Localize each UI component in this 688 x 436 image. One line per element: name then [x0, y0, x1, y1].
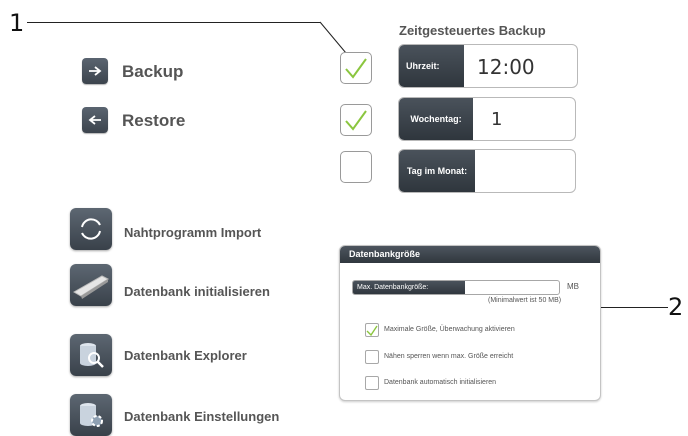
callout-1: 1 — [9, 9, 25, 37]
weekday-field-label: Wochentag: — [399, 98, 473, 140]
database-search-icon — [80, 343, 104, 368]
day-of-month-field[interactable]: Tag im Monat: — [398, 149, 576, 193]
callout-1-line — [27, 22, 320, 23]
db-size-panel-title: Datenbankgröße — [340, 246, 600, 263]
db-settings-label[interactable]: Datenbank Einstellungen — [124, 409, 279, 424]
restore-button[interactable] — [82, 107, 108, 133]
explorer-button[interactable] — [70, 334, 112, 376]
restore-label[interactable]: Restore — [122, 111, 185, 131]
time-value[interactable]: 12:00 — [477, 55, 535, 79]
import-button[interactable] — [70, 208, 112, 250]
import-label[interactable]: Nahtprogramm Import — [124, 225, 261, 240]
day-of-month-checkbox[interactable] — [340, 151, 372, 183]
weekday-field[interactable]: Wochentag: 1 — [398, 97, 576, 141]
init-database-button[interactable] — [70, 264, 112, 306]
max-size-label: Max. Datenbankgröße: — [353, 281, 465, 294]
auto-init-option-label: Datenbank automatisch initialisieren — [384, 379, 497, 386]
backup-button[interactable] — [82, 58, 108, 84]
auto-init-checkbox[interactable] — [365, 376, 379, 390]
lock-sewing-checkbox[interactable] — [365, 350, 379, 364]
lock-sewing-option-label: Nähen sperren wenn max. Größe erreicht — [384, 353, 514, 360]
checkmark-icon — [366, 325, 378, 336]
backup-label[interactable]: Backup — [122, 62, 183, 82]
weekday-checkbox[interactable] — [340, 104, 372, 136]
sync-icon — [81, 218, 101, 240]
time-checkbox[interactable] — [340, 52, 372, 84]
weekday-value[interactable]: 1 — [491, 109, 502, 130]
callout-2: 2 — [668, 293, 684, 321]
max-size-input[interactable]: Max. Datenbankgröße: — [352, 280, 560, 295]
time-field[interactable]: Uhrzeit: 12:00 — [398, 44, 578, 88]
monitor-option-label: Maximale Größe, Überwachung aktivieren — [384, 326, 515, 333]
monitor-checkbox[interactable] — [365, 323, 379, 337]
database-settings-icon — [80, 403, 103, 427]
size-unit: MB — [567, 282, 579, 291]
init-database-label[interactable]: Datenbank initialisieren — [124, 284, 270, 299]
scheduled-backup-title: Zeitgesteuertes Backup — [399, 23, 546, 38]
db-size-panel: Datenbankgröße Max. Datenbankgröße: MB (… — [339, 245, 601, 401]
arrow-left-icon — [88, 115, 101, 125]
sewing-machine-icon — [72, 275, 110, 299]
explorer-label[interactable]: Datenbank Explorer — [124, 348, 247, 363]
db-settings-button[interactable] — [70, 394, 112, 436]
checkmark-icon — [345, 58, 367, 79]
time-field-label: Uhrzeit: — [399, 45, 464, 87]
day-of-month-field-label: Tag im Monat: — [399, 150, 475, 192]
min-value-hint: (Minimalwert ist 50 MB) — [488, 297, 562, 304]
arrow-right-icon — [89, 66, 102, 76]
checkmark-icon — [345, 110, 367, 131]
